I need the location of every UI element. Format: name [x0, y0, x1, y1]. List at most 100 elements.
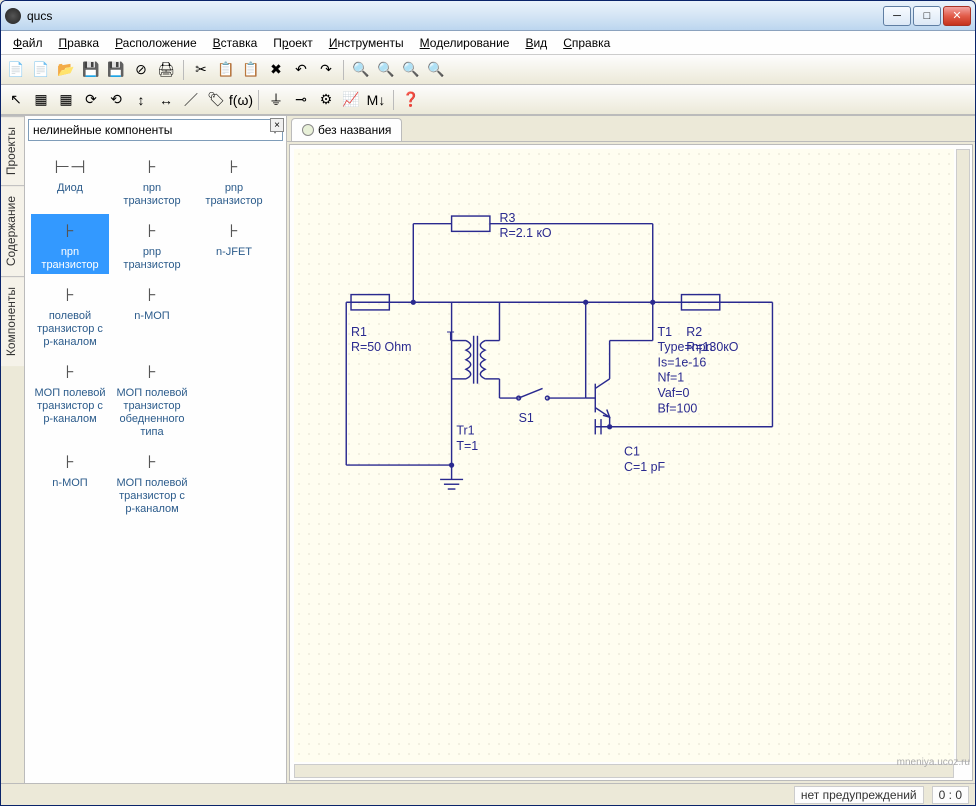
schematic-canvas[interactable]: R3 R=2.1 кО R1 R=50 Ohm [294, 149, 954, 762]
menu-insert[interactable]: Вставка [207, 34, 264, 52]
Tr1-T: T [447, 330, 455, 344]
component-label: pnp транзистор [115, 246, 189, 272]
menu-file[interactable]: Файл [7, 34, 49, 52]
palette-item[interactable]: ⊦МОП полевой транзистор с p-каналом [31, 355, 109, 441]
zoomfit-icon[interactable]: 🔍 [400, 59, 422, 81]
port-icon[interactable]: ⊸ [290, 89, 312, 111]
palette-item[interactable]: ⊦npn транзистор [31, 214, 109, 274]
open-icon[interactable]: 📂 [55, 59, 77, 81]
cut-icon[interactable]: ✂ [190, 59, 212, 81]
R1-value: R=50 Ohm [351, 340, 412, 354]
menu-edit[interactable]: Правка [53, 34, 106, 52]
T1-Vaf: Vaf=0 [658, 386, 690, 400]
palette-item[interactable] [195, 355, 273, 441]
palette-item[interactable]: ⊦n-МОП [31, 445, 109, 518]
close-button[interactable]: ✕ [943, 6, 971, 26]
graph-icon[interactable]: 📈 [340, 89, 362, 111]
eqn-icon[interactable]: f(ω) [230, 89, 252, 111]
R3-value: R=2.1 кО [499, 226, 551, 240]
zoomin-icon[interactable]: 🔍 [350, 59, 372, 81]
component-label: полевой транзистор с p-каналом [33, 310, 107, 349]
component-symbol-icon: ⊦ [33, 447, 107, 477]
help-icon[interactable]: ❓ [400, 89, 422, 111]
component-symbol-icon: ⊦ [33, 280, 107, 310]
marker-icon[interactable]: M↓ [365, 89, 387, 111]
component-category-select[interactable]: нелинейные компоненты [28, 119, 283, 141]
component-symbol-icon: ⊢⊣ [33, 152, 107, 182]
redo-icon[interactable]: ↷ [315, 59, 337, 81]
flip-icon[interactable]: ↕ [130, 89, 152, 111]
sidebar-close-icon[interactable]: × [270, 118, 284, 132]
copy-icon[interactable]: 📋 [215, 59, 237, 81]
R2-name: R2 [686, 325, 702, 339]
palette-item[interactable] [195, 445, 273, 518]
toolbar-1: 📄 📄 📂 💾 💾 ⊘ 🖨 ✂ 📋 📋 ✖ ↶ ↷ 🔍 🔍 🔍 🔍 [1, 55, 975, 85]
rotate-icon[interactable]: ⟳ [80, 89, 102, 111]
pointer-icon[interactable]: ↖ [5, 89, 27, 111]
menu-layout[interactable]: Расположение [109, 34, 203, 52]
C1-name: C1 [624, 445, 640, 459]
menu-tools[interactable]: Инструменты [323, 34, 410, 52]
minimize-button[interactable]: ─ [883, 6, 911, 26]
new-icon[interactable]: 📄 [5, 59, 27, 81]
editor-tab[interactable]: без названия [291, 118, 402, 141]
menu-help[interactable]: Справка [557, 34, 616, 52]
component-symbol-icon [197, 280, 271, 310]
status-coords: 0 : 0 [932, 786, 969, 804]
menu-view[interactable]: Вид [519, 34, 553, 52]
tab-projects[interactable]: Проекты [1, 116, 24, 185]
S1-name: S1 [519, 411, 534, 425]
palette-item[interactable]: ⊦npn транзистор [113, 150, 191, 210]
canvas-area: R3 R=2.1 кО R1 R=50 Ohm [289, 144, 973, 781]
T1-type: Type=npn [658, 340, 713, 354]
flip2-icon[interactable]: ↔ [155, 89, 177, 111]
delete-icon[interactable]: ✖ [265, 59, 287, 81]
menu-project[interactable]: Проект [267, 34, 319, 52]
component-symbol-icon: ⊦ [115, 216, 189, 246]
R3-name: R3 [499, 211, 515, 225]
maximize-button[interactable]: □ [913, 6, 941, 26]
palette-item[interactable]: ⊦pnp транзистор [113, 214, 191, 274]
Tr1-name: Tr1 [456, 423, 474, 437]
palette-item[interactable]: ⊢⊣Диод [31, 150, 109, 210]
component-label: n-МОП [115, 310, 189, 323]
palette-item[interactable]: ⊦полевой транзистор с p-каналом [31, 278, 109, 351]
mirror-icon[interactable]: ⟲ [105, 89, 127, 111]
close-doc-icon[interactable]: ⊘ [130, 59, 152, 81]
new2-icon[interactable]: 📄 [30, 59, 52, 81]
saveall-icon[interactable]: 💾 [105, 59, 127, 81]
menubar: Файл Правка Расположение Вставка Проект … [1, 31, 975, 55]
R1-name: R1 [351, 325, 367, 339]
component-label: МОП полевой транзистор с p-каналом [115, 477, 189, 516]
label-icon[interactable]: 🏷 [205, 89, 227, 111]
palette-item[interactable]: ⊦n-МОП [113, 278, 191, 351]
undo-icon[interactable]: ↶ [290, 59, 312, 81]
palette-item[interactable]: ⊦МОП полевой транзистор обедненного типа [113, 355, 191, 441]
sim-icon[interactable]: ⚙ [315, 89, 337, 111]
palette-item[interactable] [195, 278, 273, 351]
T1-name: T1 [658, 325, 673, 339]
comp2-icon[interactable]: ▦ [55, 89, 77, 111]
component-label: n-МОП [33, 477, 107, 490]
comp1-icon[interactable]: ▦ [30, 89, 52, 111]
tab-components[interactable]: Компоненты [1, 276, 24, 366]
component-symbol-icon: ⊦ [197, 216, 271, 246]
palette-item[interactable]: ⊦МОП полевой транзистор с p-каналом [113, 445, 191, 518]
paste-icon[interactable]: 📋 [240, 59, 262, 81]
tab-content[interactable]: Содержание [1, 185, 24, 276]
zoom1-icon[interactable]: 🔍 [425, 59, 447, 81]
palette-item[interactable]: ⊦n-JFET [195, 214, 273, 274]
component-label: МОП полевой транзистор с p-каналом [33, 387, 107, 426]
save-icon[interactable]: 💾 [80, 59, 102, 81]
wire-icon[interactable]: ／ [180, 89, 202, 111]
menu-simulate[interactable]: Моделирование [414, 34, 516, 52]
T1-Nf: Nf=1 [658, 371, 685, 385]
combo-value: нелинейные компоненты [33, 123, 172, 137]
component-symbol-icon: ⊦ [115, 447, 189, 477]
palette-item[interactable]: ⊦pnp транзистор [195, 150, 273, 210]
print-icon[interactable]: 🖨 [155, 59, 177, 81]
gnd-icon[interactable]: ⏚ [265, 89, 287, 111]
scrollbar-horizontal[interactable] [294, 764, 954, 778]
zoomout-icon[interactable]: 🔍 [375, 59, 397, 81]
scrollbar-vertical[interactable] [956, 149, 970, 762]
